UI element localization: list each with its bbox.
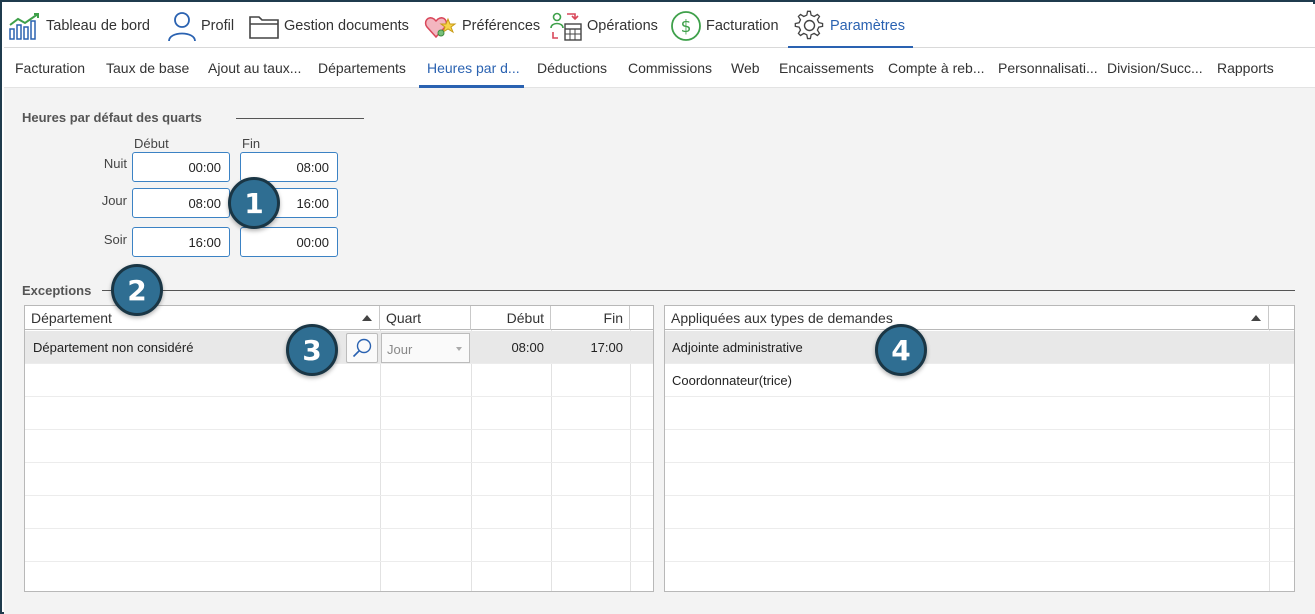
nav-parametres[interactable]: Paramètres xyxy=(788,4,913,49)
folder-icon xyxy=(249,16,279,39)
sub-tabs: Facturation Taux de base Ajout au taux..… xyxy=(4,48,1315,88)
sort-ascending-icon xyxy=(362,315,372,321)
nav-label: Tableau de bord xyxy=(46,18,150,34)
gear-icon xyxy=(794,10,824,40)
sort-ascending-icon xyxy=(1251,315,1261,321)
column-header-quart[interactable]: Quart xyxy=(380,306,471,330)
table-row xyxy=(25,562,653,591)
shift-label-soir: Soir xyxy=(103,232,127,247)
tab-departements[interactable]: Départements xyxy=(318,48,406,88)
nav-label: Préférences xyxy=(462,18,541,34)
select-value: Jour xyxy=(387,342,413,357)
nav-operations[interactable]: Opérations xyxy=(549,4,658,48)
group-divider xyxy=(236,118,364,119)
callout-badge-4: 4 xyxy=(875,324,927,376)
quart-select[interactable]: Jour xyxy=(381,333,470,363)
grid-header: Appliquées aux types de demandes xyxy=(665,306,1294,330)
tab-heures-par-defaut[interactable]: Heures par d... xyxy=(419,48,524,88)
callout-badge-3: 3 xyxy=(286,324,338,376)
cell-fin[interactable]: 17:00 xyxy=(551,331,623,364)
column-label-end: Fin xyxy=(242,136,261,151)
nav-label: Facturation xyxy=(706,18,779,34)
nav-tableau-de-bord[interactable]: Tableau de bord xyxy=(8,4,150,48)
list-item[interactable]: Adjointe administrative xyxy=(665,331,1294,364)
jour-start-field[interactable]: 08:00 xyxy=(132,188,230,218)
cell-departement: Département non considéré xyxy=(33,340,194,355)
table-row xyxy=(665,463,1294,496)
nav-label: Profil xyxy=(201,18,235,34)
tab-ajout-au-taux[interactable]: Ajout au taux... xyxy=(208,48,301,88)
list-item[interactable]: Coordonnateur(trice) xyxy=(665,364,1294,397)
shift-label-nuit: Nuit xyxy=(103,156,127,171)
cell-debut[interactable]: 08:00 xyxy=(471,331,544,364)
callout-badge-1: 1 xyxy=(228,177,280,229)
nav-profil[interactable]: Profil xyxy=(167,4,234,48)
dollar-icon: $ xyxy=(671,11,701,41)
search-button[interactable] xyxy=(346,333,378,363)
top-navigation: Tableau de bord Profil Gestion documents… xyxy=(4,4,1315,49)
column-header-fin[interactable]: Fin xyxy=(551,306,630,330)
shift-label-jour: Jour xyxy=(101,193,127,208)
exceptions-grid: Département Quart Début Fin Département … xyxy=(24,305,654,592)
tab-deductions[interactable]: Déductions xyxy=(537,48,607,88)
hearts-icon xyxy=(424,17,457,39)
column-label-start: Début xyxy=(134,136,169,151)
header-label: Appliquées aux types de demandes xyxy=(671,310,893,326)
request-types-grid: Appliquées aux types de demandes Adjoint… xyxy=(664,305,1295,592)
nav-label: Opérations xyxy=(587,18,658,34)
search-icon xyxy=(352,338,372,358)
table-row xyxy=(25,529,653,562)
user-icon xyxy=(168,12,196,42)
nav-label: Gestion documents xyxy=(284,18,409,34)
table-row xyxy=(25,397,653,430)
app-window: Tableau de bord Profil Gestion documents… xyxy=(0,0,1315,614)
nuit-start-field[interactable]: 00:00 xyxy=(132,152,230,182)
shift-defaults-title: Heures par défaut des quarts xyxy=(22,110,202,125)
tab-web[interactable]: Web xyxy=(731,48,760,88)
table-row xyxy=(25,496,653,529)
table-row xyxy=(25,463,653,496)
tab-encaissements[interactable]: Encaissements xyxy=(779,48,874,88)
settings-content: Heures par défaut des quarts Début Fin N… xyxy=(4,88,1315,614)
soir-end-field[interactable]: 00:00 xyxy=(240,227,338,257)
column-header-departement[interactable]: Département xyxy=(25,306,380,330)
column-header-types-demandes[interactable]: Appliquées aux types de demandes xyxy=(665,306,1269,330)
table-row xyxy=(665,496,1294,529)
nav-gestion-documents[interactable]: Gestion documents xyxy=(248,4,409,48)
svg-text:$: $ xyxy=(681,17,692,37)
operations-icon xyxy=(550,12,582,41)
tab-taux-de-base[interactable]: Taux de base xyxy=(106,48,189,88)
tab-division-succursale[interactable]: Division/Succ... xyxy=(1107,48,1203,88)
tab-rapports[interactable]: Rapports xyxy=(1217,48,1274,88)
table-row xyxy=(665,430,1294,463)
table-row xyxy=(25,364,653,397)
request-type-label: Coordonnateur(trice) xyxy=(672,373,792,388)
table-row xyxy=(665,529,1294,562)
request-type-label: Adjointe administrative xyxy=(672,340,803,355)
column-header-debut[interactable]: Début xyxy=(471,306,551,330)
table-row xyxy=(665,397,1294,430)
chevron-down-icon xyxy=(456,347,462,351)
exceptions-title: Exceptions xyxy=(22,283,92,298)
table-row[interactable]: Département non considéré Jour 08:00 17:… xyxy=(25,331,653,364)
nav-facturation[interactable]: $ Facturation xyxy=(670,4,779,48)
tab-commissions[interactable]: Commissions xyxy=(628,48,712,88)
tab-personnalisation[interactable]: Personnalisati... xyxy=(998,48,1098,88)
header-label: Département xyxy=(31,310,112,326)
group-divider xyxy=(102,290,1295,291)
table-row xyxy=(25,430,653,463)
dashboard-chart-icon xyxy=(9,13,39,40)
tab-facturation[interactable]: Facturation xyxy=(15,48,85,88)
soir-start-field[interactable]: 16:00 xyxy=(132,227,230,257)
callout-badge-2: 2 xyxy=(111,264,163,316)
nav-label: Paramètres xyxy=(830,18,905,34)
tab-compte-a-rebours[interactable]: Compte à reb... xyxy=(888,48,985,88)
nav-preferences[interactable]: Préférences xyxy=(424,4,540,48)
table-row xyxy=(665,562,1294,591)
